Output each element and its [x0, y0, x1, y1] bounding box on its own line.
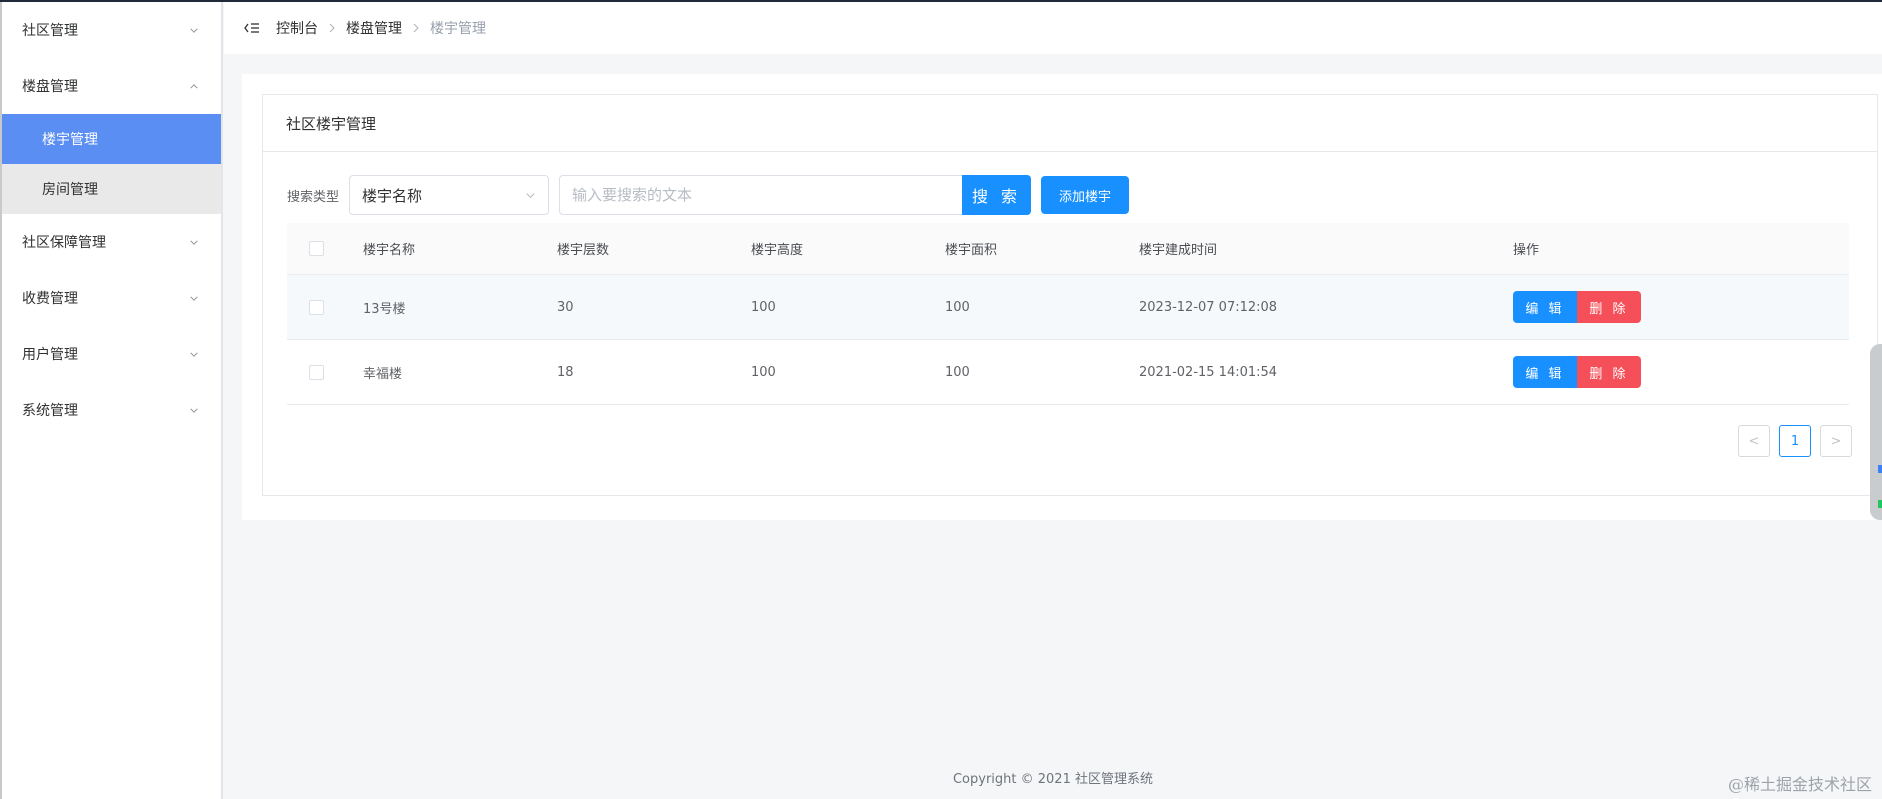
widget-marker: [1878, 465, 1882, 473]
breadcrumb: 控制台 楼盘管理 楼宇管理: [276, 18, 486, 38]
pagination: < 1 >: [1738, 425, 1852, 457]
sidebar-item-label: 社区保障管理: [22, 235, 106, 251]
main-content: 社区楼宇管理 搜索类型 楼宇名称 搜 索 添加楼宇 楼宇名称 楼宇层数 楼宇高度: [242, 74, 1882, 520]
chevron-down-icon: [189, 25, 199, 35]
search-button[interactable]: 搜 索: [962, 175, 1032, 215]
building-area: 100: [945, 364, 970, 380]
sidebar-item-property[interactable]: 楼盘管理: [2, 58, 221, 114]
edit-button[interactable]: 编 辑: [1513, 291, 1577, 323]
next-page-button[interactable]: >: [1820, 425, 1852, 457]
menu-collapse-icon[interactable]: [242, 18, 262, 38]
search-input[interactable]: [559, 175, 963, 215]
chevron-up-icon: [189, 81, 199, 91]
breadcrumb-item-building: 楼宇管理: [430, 21, 486, 37]
chevron-down-icon: [525, 190, 536, 201]
building-height: 100: [751, 364, 776, 380]
search-input-group: 搜 索: [559, 175, 1032, 215]
panel-title: 社区楼宇管理: [263, 95, 1877, 152]
watermark-text: @稀土掘金技术社区: [1727, 775, 1872, 794]
building-floors: 30: [557, 299, 574, 315]
sidebar-item-label: 楼盘管理: [22, 79, 78, 95]
sidebar-item-label: 房间管理: [42, 182, 98, 198]
column-header: 操作: [1513, 243, 1540, 258]
row-checkbox[interactable]: [309, 299, 324, 315]
row-actions: 编 辑 删 除: [1513, 356, 1849, 388]
sidebar-item-users[interactable]: 用户管理: [2, 326, 221, 382]
search-bar: 搜索类型 楼宇名称 搜 索 添加楼宇: [287, 175, 1130, 215]
building-name: 幸福楼: [363, 366, 403, 382]
add-building-button[interactable]: 添加楼宇: [1041, 176, 1130, 214]
widget-marker: [1878, 500, 1882, 508]
sidebar-item-building[interactable]: 楼宇管理: [2, 114, 221, 164]
column-header: 楼宇面积: [945, 243, 998, 258]
building-height: 100: [751, 299, 776, 315]
search-type-value: 楼宇名称: [362, 186, 423, 205]
chevron-right-icon: [328, 23, 336, 33]
edit-button[interactable]: 编 辑: [1513, 356, 1577, 388]
sidebar-item-fees[interactable]: 收费管理: [2, 270, 221, 326]
sidebar-item-label: 社区管理: [22, 23, 78, 39]
column-header: 楼宇高度: [751, 243, 804, 258]
sidebar-item-label: 系统管理: [22, 403, 78, 419]
sidebar-item-label: 楼宇管理: [42, 132, 98, 148]
column-header: 楼宇名称: [363, 243, 416, 258]
breadcrumb-item-property[interactable]: 楼盘管理: [346, 18, 402, 38]
building-built-time: 2021-02-15 14:01:54: [1139, 364, 1278, 380]
search-type-label: 搜索类型: [287, 189, 340, 205]
row-actions: 编 辑 删 除: [1513, 291, 1849, 323]
building-panel: 社区楼宇管理 搜索类型 楼宇名称 搜 索 添加楼宇 楼宇名称 楼宇层数 楼宇高度: [262, 94, 1878, 496]
column-header: 楼宇层数: [557, 243, 610, 258]
page-number[interactable]: 1: [1779, 425, 1811, 457]
sidebar-item-label: 用户管理: [22, 347, 78, 363]
table-header-row: 楼宇名称 楼宇层数 楼宇高度 楼宇面积 楼宇建成时间 操作: [287, 223, 1849, 275]
sidebar-item-security[interactable]: 社区保障管理: [2, 214, 221, 270]
building-name: 13号楼: [363, 301, 406, 317]
chevron-down-icon: [189, 237, 199, 247]
sidebar-item-label: 收费管理: [22, 291, 78, 307]
copyright-text: Copyright © 2021 社区管理系统: [952, 772, 1153, 787]
sidebar-item-community[interactable]: 社区管理: [2, 2, 221, 58]
select-all-checkbox[interactable]: [309, 241, 324, 256]
column-header: 楼宇建成时间: [1139, 243, 1218, 258]
topbar: 控制台 楼盘管理 楼宇管理: [224, 2, 1882, 54]
sidebar-item-room[interactable]: 房间管理: [2, 164, 221, 214]
building-area: 100: [945, 299, 970, 315]
chevron-right-icon: [412, 23, 420, 33]
floating-side-widget[interactable]: [1870, 344, 1882, 520]
breadcrumb-item-dashboard[interactable]: 控制台: [276, 18, 318, 38]
sidebar: 社区管理 楼盘管理 楼宇管理 房间管理 社区保障管理 收费管理 用户管理 系统管…: [0, 2, 223, 799]
search-type-select[interactable]: 楼宇名称: [349, 175, 550, 215]
chevron-down-icon: [189, 293, 199, 303]
table-row: 13号楼 30 100 100 2023-12-07 07:12:08 编 辑 …: [287, 275, 1849, 340]
sidebar-item-system[interactable]: 系统管理: [2, 382, 221, 438]
building-floors: 18: [557, 364, 574, 380]
chevron-down-icon: [189, 349, 199, 359]
row-checkbox[interactable]: [309, 364, 324, 380]
building-table: 楼宇名称 楼宇层数 楼宇高度 楼宇面积 楼宇建成时间 操作 13号楼 30 10…: [287, 223, 1849, 405]
prev-page-button[interactable]: <: [1738, 425, 1770, 457]
delete-button[interactable]: 删 除: [1577, 291, 1641, 323]
chevron-down-icon: [189, 405, 199, 415]
delete-button[interactable]: 删 除: [1577, 356, 1641, 388]
building-built-time: 2023-12-07 07:12:08: [1139, 299, 1278, 315]
table-row: 幸福楼 18 100 100 2021-02-15 14:01:54 编 辑 删…: [287, 340, 1849, 405]
